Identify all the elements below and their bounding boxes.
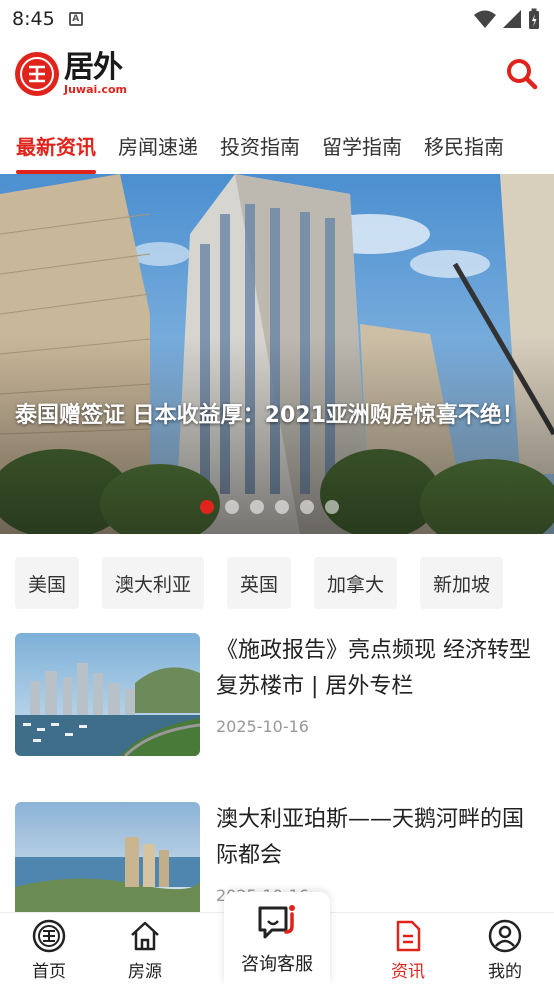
- tab-study-abroad-guide[interactable]: 留学指南: [322, 116, 402, 174]
- nav-listings-label: 房源: [128, 962, 162, 982]
- country-chip-singapore[interactable]: 新加坡: [420, 557, 504, 609]
- article-thumbnail: [15, 802, 200, 925]
- banner-image: [0, 174, 554, 534]
- country-chip-usa[interactable]: 美国: [15, 557, 80, 609]
- notification-icon: A: [68, 12, 83, 26]
- banner-title[interactable]: 泰国赠签证 日本收益厚：2021亚洲购房惊喜不绝！: [15, 398, 535, 434]
- article-title[interactable]: 《施政报告》亮点频现 经济转型复苏楼市 | 居外专栏: [216, 633, 539, 705]
- logo-mark-icon: [15, 52, 59, 96]
- country-chip-canada[interactable]: 加拿大: [314, 557, 398, 609]
- country-filter: 美国 澳大利亚 英国 加拿大 新加坡: [15, 557, 504, 609]
- signal-icon: [503, 10, 521, 28]
- nav-home[interactable]: 首页: [14, 919, 84, 982]
- consult-service-button[interactable]: 咨询客服: [224, 892, 330, 984]
- status-time: 8:45: [12, 8, 55, 30]
- category-tabs: 最新资讯 房闻速递 投资指南 留学指南 移民指南: [0, 116, 554, 174]
- wifi-icon: [474, 10, 496, 28]
- tab-immigration-guide[interactable]: 移民指南: [424, 116, 504, 174]
- carousel-dot[interactable]: [300, 500, 314, 514]
- nav-news-label: 资讯: [391, 962, 425, 982]
- carousel-dot[interactable]: [225, 500, 239, 514]
- country-chip-australia[interactable]: 澳大利亚: [102, 557, 205, 609]
- news-doc-icon: [396, 920, 421, 952]
- nav-home-label: 首页: [32, 962, 66, 982]
- nav-listings[interactable]: 房源: [110, 919, 180, 982]
- nav-me-label: 我的: [488, 962, 522, 982]
- carousel-dots: [200, 500, 339, 514]
- status-bar: 8:45 A: [0, 0, 554, 38]
- logo-text-cn: 居外: [64, 50, 123, 85]
- home-logo-icon: [32, 919, 66, 953]
- chat-service-icon: [258, 905, 295, 939]
- search-icon: [507, 59, 538, 90]
- carousel-dot[interactable]: [325, 500, 339, 514]
- battery-icon: [529, 8, 539, 29]
- carousel-dot[interactable]: [200, 500, 214, 514]
- list-item[interactable]: 《施政报告》亮点频现 经济转型复苏楼市 | 居外专栏 2025-10-16: [15, 633, 539, 756]
- search-button[interactable]: [504, 56, 540, 92]
- logo-text-en: Juwai.com: [64, 83, 127, 96]
- article-thumbnail: [15, 633, 200, 756]
- carousel-dot[interactable]: [275, 500, 289, 514]
- banner-carousel[interactable]: 泰国赠签证 日本收益厚：2021亚洲购房惊喜不绝！: [0, 174, 554, 534]
- article-title[interactable]: 澳大利亚珀斯——天鹅河畔的国际都会: [216, 802, 539, 874]
- user-icon: [488, 919, 522, 953]
- tab-property-news[interactable]: 房闻速递: [118, 116, 198, 174]
- house-icon: [131, 921, 159, 951]
- country-chip-uk[interactable]: 英国: [227, 557, 292, 609]
- status-icons: [474, 8, 540, 30]
- carousel-dot[interactable]: [250, 500, 264, 514]
- nav-news[interactable]: 资讯: [373, 919, 443, 982]
- consult-label: 咨询客服: [241, 954, 313, 975]
- tab-latest-news[interactable]: 最新资讯: [16, 116, 96, 174]
- tab-investment-guide[interactable]: 投资指南: [220, 116, 300, 174]
- app-header: 居外 Juwai.com: [0, 38, 554, 116]
- juwai-logo[interactable]: 居外 Juwai.com: [15, 52, 127, 96]
- article-date: 2025-10-16: [216, 717, 309, 736]
- nav-me[interactable]: 我的: [470, 919, 540, 982]
